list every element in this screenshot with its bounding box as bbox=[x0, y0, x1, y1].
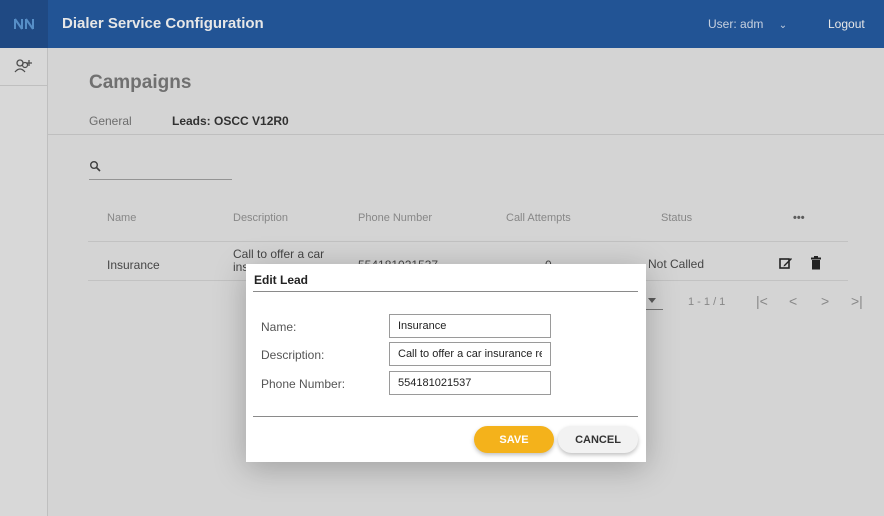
save-button[interactable]: SAVE bbox=[474, 426, 554, 453]
description-label: Description: bbox=[261, 348, 325, 362]
dialog-divider-top bbox=[253, 291, 638, 292]
name-label: Name: bbox=[261, 320, 297, 334]
name-field[interactable] bbox=[389, 314, 551, 338]
dialog-divider-bottom bbox=[253, 416, 638, 417]
edit-lead-dialog: Edit Lead Name: Description: Phone Numbe… bbox=[246, 264, 646, 462]
phone-number-label: Phone Number: bbox=[261, 377, 346, 391]
dialog-title: Edit Lead bbox=[254, 273, 309, 287]
description-field[interactable] bbox=[389, 342, 551, 366]
cancel-button[interactable]: CANCEL bbox=[558, 426, 638, 453]
phone-number-field[interactable] bbox=[389, 371, 551, 395]
